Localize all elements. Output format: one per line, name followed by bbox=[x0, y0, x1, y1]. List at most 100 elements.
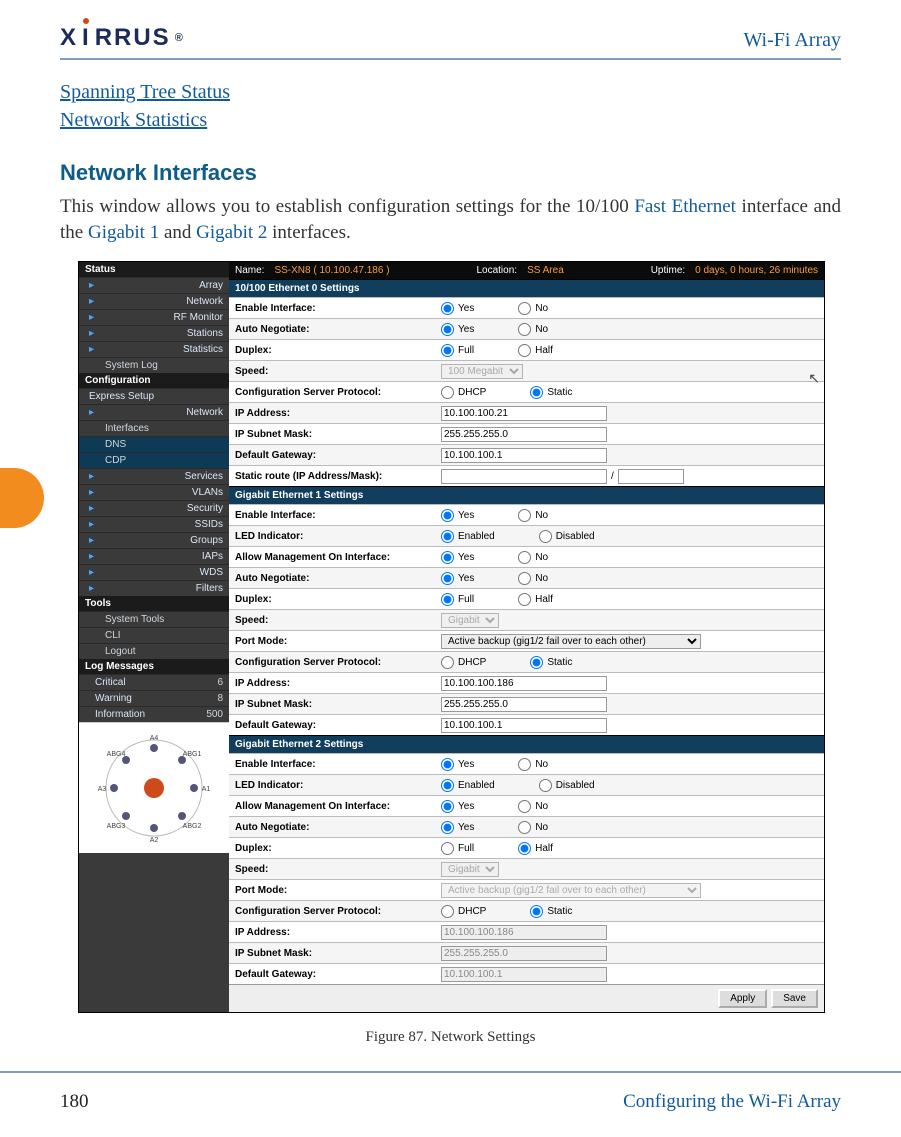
sidebar-item-rf-monitor[interactable]: ▸RF Monitor bbox=[79, 309, 229, 325]
radio-option[interactable]: Enabled bbox=[441, 530, 495, 543]
sidebar-item-array[interactable]: ▸Array bbox=[79, 277, 229, 293]
radio-option[interactable]: No bbox=[518, 821, 548, 834]
radio-input[interactable] bbox=[518, 302, 531, 315]
sidebar-log-critical[interactable]: Critical6 bbox=[79, 674, 229, 690]
radio-option[interactable]: Half bbox=[518, 842, 553, 855]
radio-option[interactable]: DHCP bbox=[441, 386, 486, 399]
sidebar-item-network[interactable]: ▸Network bbox=[79, 293, 229, 309]
sidebar-item-security[interactable]: ▸Security bbox=[79, 500, 229, 516]
sidebar-item-system-log[interactable]: System Log bbox=[79, 357, 229, 373]
sidebar-item-services[interactable]: ▸Services bbox=[79, 468, 229, 484]
text-input[interactable] bbox=[441, 676, 607, 691]
radio-option[interactable]: Static bbox=[530, 905, 572, 918]
radio-input[interactable] bbox=[441, 530, 454, 543]
radio-option[interactable]: Yes bbox=[441, 323, 474, 336]
radio-option[interactable]: Static bbox=[530, 656, 572, 669]
radio-input[interactable] bbox=[518, 842, 531, 855]
radio-option[interactable]: Yes bbox=[441, 509, 474, 522]
text-input[interactable] bbox=[618, 469, 684, 484]
sidebar-item-network[interactable]: ▸Network bbox=[79, 404, 229, 420]
sidebar-item-cdp[interactable]: CDP bbox=[79, 452, 229, 468]
sidebar-item-iaps[interactable]: ▸IAPs bbox=[79, 548, 229, 564]
radio-input[interactable] bbox=[441, 302, 454, 315]
radio-input[interactable] bbox=[441, 842, 454, 855]
radio-input[interactable] bbox=[441, 572, 454, 585]
radio-option[interactable]: Yes bbox=[441, 551, 474, 564]
radio-input[interactable] bbox=[518, 551, 531, 564]
radio-option[interactable]: Yes bbox=[441, 800, 474, 813]
radio-input[interactable] bbox=[441, 656, 454, 669]
radio-option[interactable]: No bbox=[518, 302, 548, 315]
sidebar-item-groups[interactable]: ▸Groups bbox=[79, 532, 229, 548]
link-spanning-tree-status[interactable]: Spanning Tree Status bbox=[60, 78, 841, 106]
sidebar-item-filters[interactable]: ▸Filters bbox=[79, 580, 229, 596]
sidebar-item-dns[interactable]: DNS bbox=[79, 436, 229, 452]
radio-option[interactable]: No bbox=[518, 800, 548, 813]
sidebar-item-logout[interactable]: Logout bbox=[79, 643, 229, 659]
radio-input[interactable] bbox=[518, 593, 531, 606]
radio-input[interactable] bbox=[518, 344, 531, 357]
sidebar-log-information[interactable]: Information500 bbox=[79, 706, 229, 722]
radio-option[interactable]: Static bbox=[530, 386, 572, 399]
select-input[interactable]: Active backup (gig1/2 fail over to each … bbox=[441, 634, 701, 649]
radio-input[interactable] bbox=[530, 386, 543, 399]
radio-option[interactable]: Full bbox=[441, 593, 474, 606]
text-input[interactable] bbox=[441, 718, 607, 733]
radio-option[interactable]: Yes bbox=[441, 758, 474, 771]
radio-option[interactable]: No bbox=[518, 509, 548, 522]
radio-option[interactable]: Full bbox=[441, 344, 474, 357]
radio-input[interactable] bbox=[441, 344, 454, 357]
radio-input[interactable] bbox=[441, 509, 454, 522]
radio-input[interactable] bbox=[441, 551, 454, 564]
radio-input[interactable] bbox=[530, 905, 543, 918]
sidebar-item-wds[interactable]: ▸WDS bbox=[79, 564, 229, 580]
radio-input[interactable] bbox=[518, 821, 531, 834]
radio-option[interactable]: Half bbox=[518, 593, 553, 606]
radio-input[interactable] bbox=[441, 386, 454, 399]
radio-input[interactable] bbox=[441, 593, 454, 606]
radio-input[interactable] bbox=[518, 572, 531, 585]
glossary-fast-ethernet[interactable]: Fast Ethernet bbox=[634, 196, 736, 217]
radio-input[interactable] bbox=[518, 509, 531, 522]
radio-option[interactable]: DHCP bbox=[441, 905, 486, 918]
text-input[interactable] bbox=[441, 406, 607, 421]
radio-input[interactable] bbox=[441, 758, 454, 771]
glossary-gigabit-2[interactable]: Gigabit 2 bbox=[196, 222, 267, 243]
radio-option[interactable]: No bbox=[518, 758, 548, 771]
radio-input[interactable] bbox=[518, 800, 531, 813]
sidebar-item-system-tools[interactable]: System Tools bbox=[79, 611, 229, 627]
glossary-gigabit-1[interactable]: Gigabit 1 bbox=[88, 222, 159, 243]
radio-option[interactable]: Yes bbox=[441, 572, 474, 585]
sidebar-item-interfaces[interactable]: Interfaces bbox=[79, 420, 229, 436]
radio-input[interactable] bbox=[441, 323, 454, 336]
radio-input[interactable] bbox=[518, 758, 531, 771]
radio-input[interactable] bbox=[539, 779, 552, 792]
radio-input[interactable] bbox=[518, 323, 531, 336]
radio-option[interactable]: Yes bbox=[441, 302, 474, 315]
radio-option[interactable]: Full bbox=[441, 842, 474, 855]
text-input[interactable] bbox=[441, 469, 607, 484]
radio-input[interactable] bbox=[530, 656, 543, 669]
text-input[interactable] bbox=[441, 448, 607, 463]
save-button[interactable]: Save bbox=[771, 989, 818, 1008]
radio-option[interactable]: Disabled bbox=[539, 530, 595, 543]
text-input[interactable] bbox=[441, 697, 607, 712]
radio-input[interactable] bbox=[441, 905, 454, 918]
radio-option[interactable]: Yes bbox=[441, 821, 474, 834]
sidebar-item-vlans[interactable]: ▸VLANs bbox=[79, 484, 229, 500]
sidebar-log-warning[interactable]: Warning8 bbox=[79, 690, 229, 706]
radio-option[interactable]: DHCP bbox=[441, 656, 486, 669]
radio-input[interactable] bbox=[441, 821, 454, 834]
radio-option[interactable]: Half bbox=[518, 344, 553, 357]
radio-input[interactable] bbox=[441, 779, 454, 792]
radio-option[interactable]: No bbox=[518, 551, 548, 564]
sidebar-item-ssids[interactable]: ▸SSIDs bbox=[79, 516, 229, 532]
sidebar-item-cli[interactable]: CLI bbox=[79, 627, 229, 643]
radio-option[interactable]: Disabled bbox=[539, 779, 595, 792]
radio-option[interactable]: Enabled bbox=[441, 779, 495, 792]
sidebar-item-stations[interactable]: ▸Stations bbox=[79, 325, 229, 341]
radio-option[interactable]: No bbox=[518, 572, 548, 585]
sidebar-item-express-setup[interactable]: Express Setup bbox=[79, 388, 229, 404]
link-network-statistics[interactable]: Network Statistics bbox=[60, 106, 841, 134]
sidebar-item-statistics[interactable]: ▸Statistics bbox=[79, 341, 229, 357]
